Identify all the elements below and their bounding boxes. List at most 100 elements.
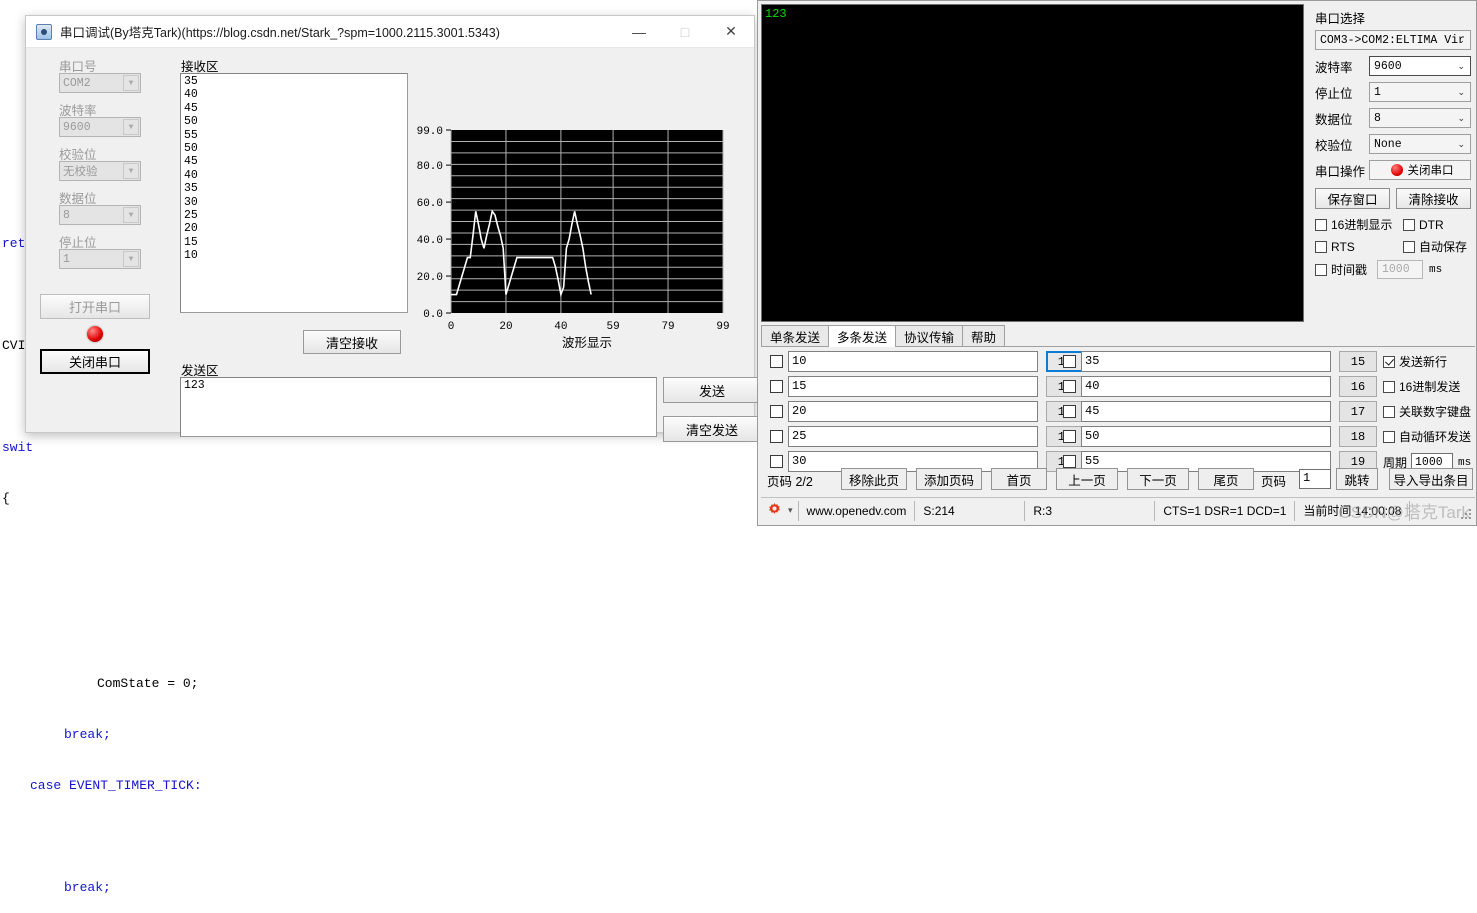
resize-grip[interactable] — [1461, 509, 1473, 521]
current-time: 当前时间 14:00:08 — [1295, 500, 1411, 521]
tab-help[interactable]: 帮助 — [962, 325, 1006, 346]
stopbits-combo[interactable]: 1 ⌄ — [1369, 82, 1471, 102]
tab-multi-send[interactable]: 多条发送 — [828, 325, 897, 347]
page-info: 页码 2/2 — [767, 475, 813, 489]
chevron-down-icon: ▼ — [123, 251, 139, 267]
checkbox-box — [1383, 430, 1395, 443]
parity-combo[interactable]: None ⌄ — [1369, 134, 1471, 154]
next-page-button[interactable]: 下一页 — [1127, 468, 1189, 490]
multisend-checkbox[interactable] — [770, 405, 783, 418]
save-window-button[interactable]: 保存窗口 — [1315, 188, 1390, 209]
timestamp-unit: ms — [1429, 263, 1443, 276]
stopbits-label: 停止位 — [1315, 86, 1353, 101]
receive-area[interactable]: 35 40 45 50 55 50 45 40 35 30 25 20 15 1… — [180, 73, 408, 313]
svg-text:20.0: 20.0 — [417, 272, 443, 284]
window-title: 串口调试(By塔克Tark)(https://blog.csdn.net/Sta… — [60, 26, 500, 40]
chevron-down-icon: ▼ — [123, 207, 139, 223]
right-receive-area[interactable]: 123 — [761, 4, 1304, 322]
minimize-button[interactable]: — — [616, 16, 662, 47]
tab-single-send[interactable]: 单条发送 — [761, 325, 830, 346]
baud-value: 9600 — [1374, 59, 1402, 73]
receive-area-text: 35 40 45 50 55 50 45 40 35 30 25 20 15 1… — [184, 75, 198, 263]
rts-label: RTS — [1331, 239, 1355, 254]
dtr-checkbox[interactable]: DTR — [1403, 216, 1444, 233]
send-option-label: 发送新行 — [1399, 355, 1448, 369]
port-settings-panel: 串口选择 COM3->COM2:ELTIMA Vir ⌄ 波特率 9600 ⌄ … — [1311, 4, 1475, 279]
port-operation-label: 串口操作 — [1315, 164, 1366, 179]
multisend-send-button[interactable]: 17 — [1339, 401, 1377, 422]
last-page-button[interactable]: 尾页 — [1198, 468, 1254, 490]
send-option-label: 关联数字键盘 — [1399, 405, 1472, 419]
stopbits-combo[interactable]: 1 ▼ — [59, 249, 141, 269]
baud-combo[interactable]: 9600 ▼ — [59, 117, 141, 137]
multisend-input[interactable]: 15 — [788, 376, 1038, 397]
send-area[interactable]: 123 — [180, 377, 657, 437]
send-option-checkbox[interactable]: 发送新行 — [1383, 353, 1447, 370]
site-link[interactable]: www.openedv.com — [797, 500, 916, 521]
databits-combo[interactable]: 8 ⌄ — [1369, 108, 1471, 128]
first-page-button[interactable]: 首页 — [991, 468, 1047, 490]
multisend-checkbox[interactable] — [1063, 380, 1076, 393]
hex-display-checkbox[interactable]: 16进制显示 — [1315, 216, 1403, 233]
port-select-combo[interactable]: COM3->COM2:ELTIMA Vir ⌄ — [1315, 30, 1471, 50]
add-page-button[interactable]: 添加页码 — [916, 468, 982, 490]
pagination-bar: 页码 2/2 移除此页 添加页码 首页 上一页 下一页 尾页 页码 1 跳转 导… — [761, 467, 1475, 493]
send-option-checkbox[interactable]: 16进制发送 — [1383, 378, 1460, 395]
multisend-input[interactable]: 50 — [1081, 426, 1331, 447]
chevron-down-icon: ⌄ — [1457, 60, 1465, 71]
multisend-checkbox[interactable] — [1063, 430, 1076, 443]
window-title-bar: 串口调试(By塔克Tark)(https://blog.csdn.net/Sta… — [26, 16, 754, 48]
open-port-button[interactable]: 打开串口 — [40, 294, 150, 319]
red-led-icon — [1390, 164, 1403, 176]
checkbox-box — [1383, 355, 1395, 368]
multisend-send-button[interactable]: 18 — [1339, 426, 1377, 447]
multisend-checkbox[interactable] — [770, 355, 783, 368]
close-button[interactable]: ✕ — [708, 16, 754, 47]
window-body: 串口号 COM2 ▼ 波特率 9600 ▼ 校验位 无校验 ▼ 数据位 8 ▼ … — [26, 48, 761, 442]
app-icon — [36, 23, 52, 40]
timestamp-checkbox[interactable]: 时间戳 — [1315, 261, 1377, 278]
databits-value: 8 — [63, 208, 70, 222]
dropdown-arrow-icon[interactable]: ▾ — [783, 505, 798, 516]
multisend-send-button[interactable]: 15 — [1339, 351, 1377, 372]
svg-text:0: 0 — [448, 321, 455, 333]
multisend-input[interactable]: 40 — [1081, 376, 1331, 397]
checkbox-box — [1403, 218, 1415, 231]
clear-send-button[interactable]: 清空发送 — [663, 416, 761, 442]
multisend-input[interactable]: 25 — [788, 426, 1038, 447]
timestamp-interval-input[interactable]: 1000 — [1377, 260, 1423, 279]
port-value: COM2 — [63, 76, 91, 90]
rts-checkbox[interactable]: RTS — [1315, 238, 1403, 255]
page-number-input[interactable]: 1 — [1299, 469, 1331, 489]
send-option-checkbox[interactable]: 关联数字键盘 — [1383, 403, 1471, 420]
send-option-checkbox[interactable]: 自动循环发送 — [1383, 428, 1471, 445]
tab-protocol[interactable]: 协议传输 — [895, 325, 964, 346]
import-export-button[interactable]: 导入导出条目 — [1389, 468, 1473, 490]
gear-icon[interactable] — [766, 502, 783, 519]
send-button[interactable]: 发送 — [663, 377, 761, 403]
prev-page-button[interactable]: 上一页 — [1056, 468, 1118, 490]
multisend-checkbox[interactable] — [1063, 405, 1076, 418]
auto-save-checkbox[interactable]: 自动保存 — [1403, 238, 1467, 255]
clear-receive-button[interactable]: 清除接收 — [1396, 188, 1471, 209]
baud-combo[interactable]: 9600 ⌄ — [1369, 56, 1471, 76]
multisend-send-button[interactable]: 16 — [1339, 376, 1377, 397]
databits-combo[interactable]: 8 ▼ — [59, 205, 141, 225]
close-port-button[interactable]: 关闭串口 — [1369, 160, 1471, 180]
multisend-input[interactable]: 20 — [788, 401, 1038, 422]
multisend-checkbox[interactable] — [770, 380, 783, 393]
clear-receive-button[interactable]: 清空接收 — [303, 330, 401, 354]
close-port-button[interactable]: 关闭串口 — [40, 349, 150, 374]
svg-text:99: 99 — [716, 321, 729, 333]
svg-text:40.0: 40.0 — [417, 235, 443, 247]
parity-combo[interactable]: 无校验 ▼ — [59, 161, 141, 181]
multisend-input[interactable]: 10 — [788, 351, 1038, 372]
multisend-checkbox[interactable] — [1063, 355, 1076, 368]
multisend-input[interactable]: 35 — [1081, 351, 1331, 372]
multisend-input[interactable]: 45 — [1081, 401, 1331, 422]
jump-button[interactable]: 跳转 — [1336, 468, 1378, 490]
multisend-checkbox[interactable] — [770, 430, 783, 443]
maximize-button[interactable]: □ — [662, 16, 708, 47]
port-combo[interactable]: COM2 ▼ — [59, 73, 141, 93]
remove-page-button[interactable]: 移除此页 — [841, 468, 907, 490]
